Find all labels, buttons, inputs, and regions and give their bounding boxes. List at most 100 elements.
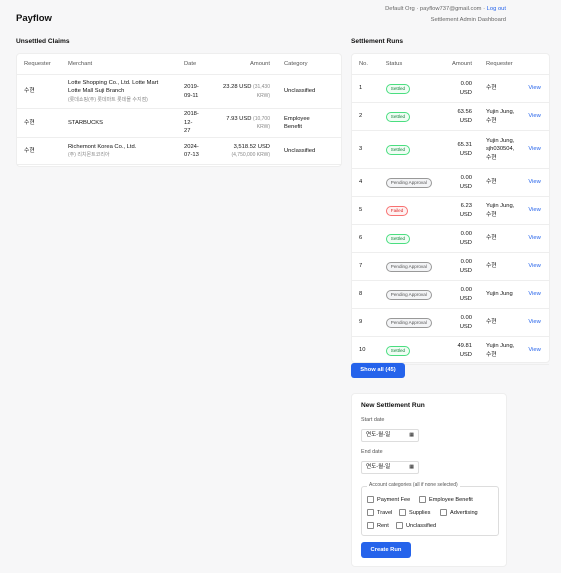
start-date-label: Start date (361, 417, 385, 423)
claim-requester: 수현 (17, 137, 61, 165)
view-link[interactable]: View (521, 196, 549, 225)
run-requester: 수현 (478, 168, 522, 197)
category-unclassified[interactable]: Unclassified (396, 522, 436, 529)
claims-title: Unsettled Claims (16, 38, 70, 45)
calendar-icon: ▦ (409, 464, 414, 470)
run-requester: 수현 (478, 308, 522, 337)
run-requester: Yujin Jung (478, 280, 522, 309)
logout-link[interactable]: Log out (487, 6, 506, 12)
start-date-value: 연도-월-일 (366, 432, 391, 438)
run-amount: 0.00 USD (438, 252, 479, 281)
claim-merchant: STARBUCKS (61, 108, 177, 138)
checkbox[interactable] (419, 496, 426, 503)
view-link[interactable]: View (521, 252, 549, 281)
view-link[interactable]: View (521, 280, 549, 309)
run-status: Settled (378, 74, 439, 103)
checkbox[interactable] (396, 522, 403, 529)
run-requester: Yujin Jung, sjh030504, 수현 (478, 130, 522, 169)
col-amount: Amount (213, 54, 277, 75)
claim-merchant: Richemont Korea Co., Ltd. (주) 리치몬트코리아 (61, 137, 177, 165)
run-row: 10 Settled 49.81 USD Yujin Jung, 수현 View (352, 336, 549, 365)
end-date-value: 연도-월-일 (366, 464, 391, 470)
claim-row[interactable]: 수현 Richemont Korea Co., Ltd. (주) 리치몬트코리아 … (17, 137, 341, 165)
top-bar: Payflow Default Org · payflow737@gmail.c… (0, 0, 561, 32)
run-row: 1 Settled 0.00 USD 수현 View (352, 74, 549, 103)
category-payment-fee[interactable]: Payment Fee (367, 496, 410, 503)
view-link[interactable]: View (521, 130, 549, 169)
calendar-icon: ▦ (409, 432, 414, 438)
checkbox[interactable] (367, 496, 374, 503)
run-status: Pending Approval (378, 252, 439, 281)
claim-row[interactable]: 수현 STARBUCKS 2018-12- 27 7.93 USD (10,700… (17, 108, 341, 138)
view-link[interactable]: View (521, 308, 549, 337)
run-requester: 수현 (478, 74, 522, 103)
status-badge: Pending Approval (385, 177, 432, 188)
claim-date: 2018-12- 27 (177, 108, 213, 138)
status-badge: Pending Approval (385, 317, 432, 328)
run-requester: 수현 (478, 252, 522, 281)
new-run-card: New Settlement Run Start date 연도-월-일 ▦ E… (351, 393, 507, 567)
run-no: 5 (352, 196, 379, 225)
run-no: 7 (352, 252, 379, 281)
status-badge: Settled (385, 83, 411, 94)
run-no: 2 (352, 102, 379, 131)
run-amount: 65.31 USD (438, 130, 479, 169)
category-employee-benefit[interactable]: Employee Benefit (419, 496, 473, 503)
claims-table: Requester Merchant Date Amount Category … (17, 54, 341, 165)
claim-category: Unclassified (277, 74, 341, 109)
claims-card: Requester Merchant Date Amount Category … (16, 53, 342, 167)
category-advertising[interactable]: Advertising (440, 509, 478, 516)
view-link[interactable]: View (521, 336, 549, 365)
show-all-button[interactable]: Show all (45) (351, 363, 405, 378)
view-link[interactable]: View (521, 74, 549, 103)
claim-row[interactable]: 수현 Lotte Shopping Co., Ltd. Lotte Mart Lo… (17, 74, 341, 109)
status-badge: Settled (385, 233, 411, 244)
end-date-input[interactable]: 연도-월-일 ▦ (361, 461, 419, 474)
view-link[interactable]: View (521, 168, 549, 197)
run-status: Settled (378, 336, 439, 365)
run-amount: 0.00 USD (438, 224, 479, 253)
run-requester: Yujin Jung, 수현 (478, 336, 522, 365)
run-row: 9 Pending Approval 0.00 USD 수현 View (352, 308, 549, 337)
claim-requester: 수현 (17, 74, 61, 109)
start-date-input[interactable]: 연도-월-일 ▦ (361, 429, 419, 442)
view-link[interactable]: View (521, 102, 549, 131)
col-requester: Requester (17, 54, 61, 75)
col-merchant: Merchant (61, 54, 177, 75)
run-amount: 63.56 USD (438, 102, 479, 131)
col-run-amount: Amount (438, 54, 479, 75)
col-no: No. (352, 54, 379, 75)
checkbox[interactable] (367, 509, 374, 516)
view-link[interactable]: View (521, 224, 549, 253)
checkbox[interactable] (367, 522, 374, 529)
run-row: 6 Settled 0.00 USD 수현 View (352, 224, 549, 253)
claim-amount: 3,518.52 USD (4,750,000 KRW) (213, 137, 277, 165)
account-text: Default Org · payflow737@gmail.com · (385, 6, 487, 12)
status-badge: Failed (385, 205, 409, 216)
run-amount: 49.81 USD (438, 336, 479, 365)
runs-header-row: No. Status Amount Requester (352, 54, 549, 75)
categories-legend: Account categories (all if none selected… (367, 482, 460, 488)
run-row: 5 Failed 6.23 USD Yujin Jung, 수현 View (352, 196, 549, 225)
col-date: Date (177, 54, 213, 75)
col-category: Category (277, 54, 341, 75)
run-no: 9 (352, 308, 379, 337)
claim-requester: 수현 (17, 108, 61, 138)
run-no: 10 (352, 336, 379, 365)
claims-header-row: Requester Merchant Date Amount Category (17, 54, 341, 75)
claim-date: 2019- 09-11 (177, 74, 213, 109)
run-no: 1 (352, 74, 379, 103)
status-badge: Settled (385, 111, 411, 122)
category-supplies[interactable]: Supplies (399, 509, 430, 516)
run-requester: 수현 (478, 224, 522, 253)
category-travel[interactable]: Travel (367, 509, 392, 516)
create-run-button[interactable]: Create Run (361, 542, 411, 558)
status-badge: Pending Approval (385, 261, 432, 272)
checkbox[interactable] (399, 509, 406, 516)
checkbox[interactable] (440, 509, 447, 516)
claim-category: Employee Benefit (277, 108, 341, 138)
category-rent[interactable]: Rent (367, 522, 389, 529)
run-requester: Yujin Jung, 수현 (478, 196, 522, 225)
col-action (521, 54, 549, 75)
runs-card: No. Status Amount Requester 1 Settled 0.00… (351, 53, 550, 365)
